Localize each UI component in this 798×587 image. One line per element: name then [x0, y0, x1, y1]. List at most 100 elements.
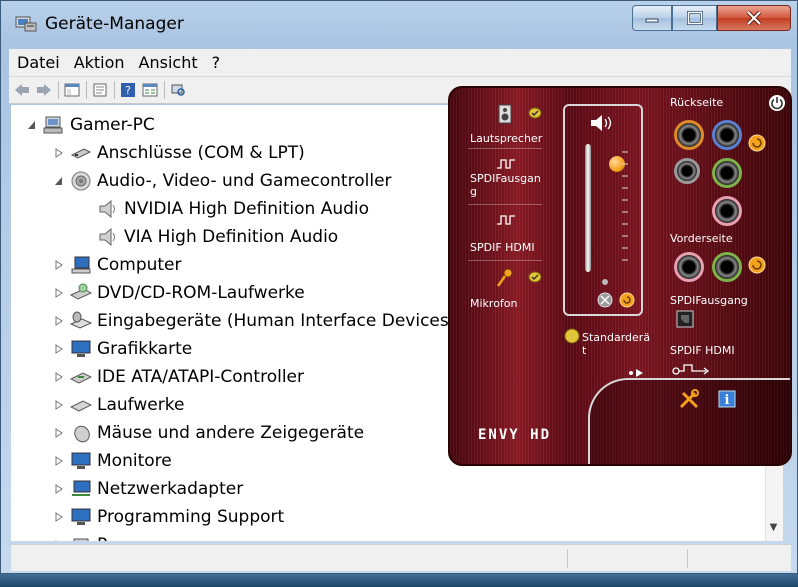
- tree-item-ports[interactable]: Anschlüsse (COM & LPT): [52, 140, 305, 166]
- expand-arrow-icon[interactable]: [52, 370, 66, 384]
- scroll-down-arrow-icon[interactable]: ▼: [765, 519, 782, 537]
- close-icon: [746, 11, 762, 25]
- expand-arrow-icon[interactable]: [52, 426, 66, 440]
- expand-arrow-icon[interactable]: [52, 454, 66, 468]
- expand-panel-arrow-icon[interactable]: [628, 368, 646, 378]
- menu-help[interactable]: ?: [212, 53, 221, 72]
- rear-jack-orange[interactable]: [674, 120, 704, 150]
- show-hide-tree-icon[interactable]: [63, 82, 81, 98]
- tree-item-audio[interactable]: Audio-, Video- und Gamecontroller: [52, 168, 392, 194]
- rear-jack-pink[interactable]: [712, 196, 742, 226]
- tree-child-via-audio[interactable]: VIA High Definition Audio: [97, 224, 338, 250]
- jack-config-icon[interactable]: [748, 134, 766, 152]
- left-divider: [468, 204, 542, 205]
- expand-arrow-icon[interactable]: [52, 146, 66, 160]
- tree-item-label: Programming Support: [97, 507, 285, 527]
- mikrofon-device[interactable]: Mikrofon: [468, 266, 542, 312]
- digital-signal-icon: [497, 215, 515, 225]
- view-icon[interactable]: [141, 82, 159, 98]
- tree-item-hid[interactable]: Eingabegeräte (Human Interface Devices): [52, 308, 455, 334]
- tree-item-netzwerk[interactable]: Netzwerkadapter: [52, 476, 243, 502]
- tree-item-ide[interactable]: IDE ATA/ATAPI-Controller: [52, 364, 304, 390]
- lautsprecher-label: Lautsprecher: [470, 132, 543, 145]
- speaker-icon: [97, 199, 119, 219]
- scan-hardware-icon[interactable]: [169, 82, 187, 98]
- processor-icon: [70, 535, 92, 541]
- envy-hd-panel: Lautsprecher SPDIFausgan g SPDIF HDMI Mi…: [448, 86, 792, 466]
- spdif-ausgang-right-label: SPDIFausgang: [670, 294, 748, 307]
- minimize-button[interactable]: [632, 5, 672, 31]
- rear-jack-green[interactable]: [712, 158, 742, 188]
- info-icon[interactable]: i: [718, 390, 736, 408]
- optical-port-icon[interactable]: [676, 310, 694, 328]
- expand-arrow-icon[interactable]: [52, 398, 66, 412]
- expand-arrow-icon[interactable]: [52, 342, 66, 356]
- help-icon[interactable]: ?: [119, 82, 137, 98]
- tree-child-label: VIA High Definition Audio: [124, 227, 339, 247]
- tree-item-computer[interactable]: Computer: [52, 252, 182, 278]
- spdif-ausgang-device[interactable]: SPDIFausgan g: [468, 158, 542, 208]
- tree-child-label: NVIDIA High Definition Audio: [124, 199, 370, 219]
- tree-item-dvd[interactable]: DVD/CD-ROM-Laufwerke: [52, 280, 305, 306]
- collapse-arrow-icon[interactable]: [25, 118, 39, 132]
- status-separator: [687, 549, 688, 568]
- svg-text:?: ?: [125, 84, 131, 97]
- speaker-device-icon: [498, 104, 512, 124]
- mute-icon[interactable]: [597, 292, 613, 308]
- jack-config-icon[interactable]: [748, 256, 766, 274]
- left-divider: [468, 260, 542, 261]
- digital-output-signal-icon: [672, 364, 710, 375]
- expand-arrow-icon[interactable]: [52, 258, 66, 272]
- tree-item-label: Grafikkarte: [97, 339, 193, 359]
- controller-icon: [70, 367, 92, 387]
- rear-jack-gray[interactable]: [674, 158, 700, 184]
- monitor-icon: [70, 451, 92, 471]
- front-jack-pink[interactable]: [674, 252, 704, 282]
- default-device-badge-icon: [528, 271, 542, 283]
- menu-ansicht[interactable]: Ansicht: [139, 53, 198, 72]
- status-separator: [567, 549, 568, 568]
- back-arrow-icon[interactable]: [13, 82, 31, 98]
- tree-item-partial[interactable]: P: [52, 532, 107, 541]
- disk-drive-icon: [70, 395, 92, 415]
- computer-icon: [43, 115, 65, 135]
- tree-item-label: Audio-, Video- und Gamecontroller: [97, 171, 392, 191]
- standard-device-indicator-icon[interactable]: [564, 328, 580, 344]
- spdif-hdmi-device[interactable]: SPDIF HDMI: [468, 212, 542, 256]
- tree-item-laufwerke[interactable]: Laufwerke: [52, 392, 184, 418]
- expand-arrow-icon[interactable]: [52, 286, 66, 300]
- expand-arrow-icon[interactable]: [52, 538, 66, 541]
- tree-child-nvidia-audio[interactable]: NVIDIA High Definition Audio: [97, 196, 369, 222]
- tree-root[interactable]: Gamer-PC: [25, 112, 155, 138]
- close-button[interactable]: [717, 5, 791, 31]
- loudness-icon[interactable]: [619, 292, 635, 308]
- port-icon: [70, 143, 92, 163]
- rear-jack-blue[interactable]: [712, 120, 742, 150]
- forward-arrow-icon[interactable]: [35, 82, 53, 98]
- tools-settings-icon[interactable]: [678, 388, 700, 410]
- envy-hd-logo: ENVY HD: [478, 427, 552, 443]
- expand-arrow-icon[interactable]: [52, 482, 66, 496]
- lautsprecher-device[interactable]: Lautsprecher: [468, 104, 542, 146]
- power-icon[interactable]: [768, 94, 786, 112]
- collapse-arrow-icon[interactable]: [52, 174, 66, 188]
- menu-datei[interactable]: Datei: [17, 53, 60, 72]
- maximize-button[interactable]: [672, 5, 717, 31]
- toolbar-separator: [86, 81, 87, 99]
- monitor-icon: [70, 507, 92, 527]
- expand-arrow-icon[interactable]: [52, 314, 66, 328]
- tree-item-maeuse[interactable]: Mäuse und andere Zeigegeräte: [52, 420, 364, 446]
- expand-arrow-icon[interactable]: [52, 510, 66, 524]
- tree-item-grafikkarte[interactable]: Grafikkarte: [52, 336, 192, 362]
- tree-item-monitore[interactable]: Monitore: [52, 448, 172, 474]
- menu-aktion[interactable]: Aktion: [74, 53, 125, 72]
- dvd-drive-icon: [70, 283, 92, 303]
- default-device-badge-icon: [528, 107, 542, 119]
- properties-icon[interactable]: [91, 82, 109, 98]
- tree-item-programming[interactable]: Programming Support: [52, 504, 284, 530]
- tree-item-label: Mäuse und andere Zeigegeräte: [97, 423, 365, 443]
- taskbar: [0, 574, 798, 587]
- title-bar[interactable]: Geräte-Manager: [1, 1, 798, 47]
- front-jack-green[interactable]: [712, 252, 742, 282]
- volume-slider-track[interactable]: [585, 144, 591, 272]
